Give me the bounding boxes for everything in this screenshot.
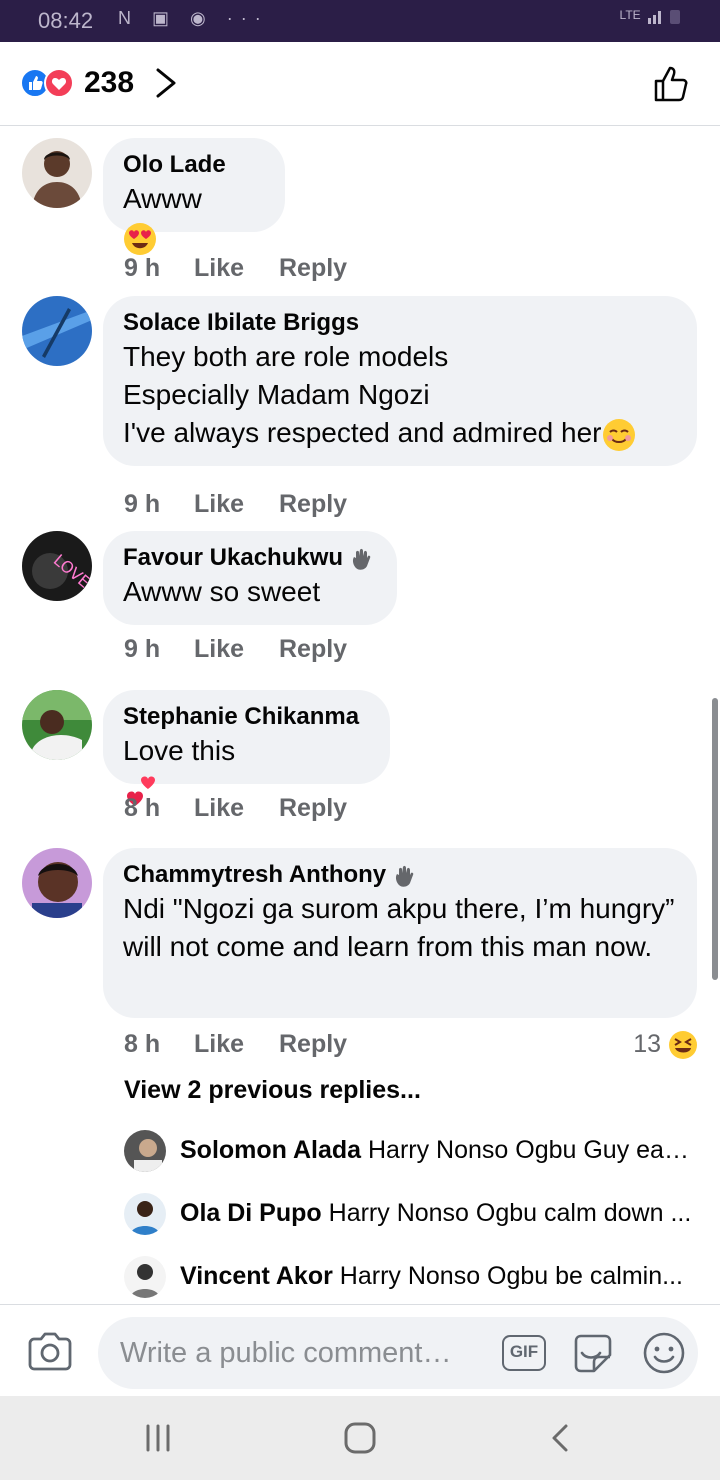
comment-bubble[interactable]: Stephanie Chikanma Love this — [103, 690, 390, 806]
reply-preview[interactable]: Ola Di Pupo Harry Nonso Ogbu calm down .… — [124, 1193, 694, 1237]
network-indicator: LTE — [620, 6, 686, 26]
comment-text: They both are role models Especially Mad… — [123, 341, 602, 448]
reply-preview[interactable]: Solomon Alada Harry Nonso Ogbu Guy eas..… — [124, 1130, 694, 1174]
network-type: LTE — [619, 8, 641, 23]
comment-reaction-number: 13 — [633, 1030, 662, 1058]
reply-preview-text: Ola Di Pupo Harry Nonso Ogbu calm down .… — [180, 1199, 692, 1228]
like-button[interactable]: Like — [194, 794, 244, 823]
view-previous-replies-link[interactable]: View 2 previous replies... — [124, 1076, 421, 1105]
comment-author-row: Favour Ukachukwu — [123, 543, 377, 573]
avatar[interactable] — [22, 690, 92, 760]
comment-author[interactable]: Solace Ibilate Briggs — [123, 308, 677, 338]
comment-time: 9 h — [124, 254, 161, 282]
reactions-header: 238 — [0, 42, 720, 126]
like-button[interactable]: Like — [194, 490, 244, 519]
home-icon[interactable] — [340, 1420, 380, 1456]
comment-time: 9 h — [124, 635, 161, 663]
thumbs-up-icon[interactable] — [652, 64, 692, 104]
comment-author[interactable]: Stephanie Chikanma — [123, 702, 370, 732]
back-icon[interactable] — [542, 1420, 582, 1456]
avatar[interactable] — [124, 1130, 166, 1172]
reply-button[interactable]: Reply — [279, 635, 347, 664]
reply-button[interactable]: Reply — [279, 1030, 347, 1059]
like-button[interactable]: Like — [194, 635, 244, 664]
comments-feed[interactable]: Olo Lade Awww 9 h Like Reply Solace Ibil… — [0, 126, 720, 1304]
reply-button[interactable]: Reply — [279, 794, 347, 823]
gif-icon[interactable]: GIF — [502, 1335, 546, 1371]
comment-bubble[interactable]: Chammytresh Anthony Ndi "Ngozi ga surom … — [103, 848, 697, 1018]
signal-icon — [648, 10, 680, 24]
camera-icon[interactable] — [26, 1329, 74, 1373]
reply-author[interactable]: Ola Di Pupo — [180, 1199, 322, 1227]
reply-preview-text: Solomon Alada Harry Nonso Ogbu Guy eas..… — [180, 1136, 692, 1165]
status-time: 08:42 — [38, 8, 94, 33]
comment-author[interactable]: Chammytresh Anthony — [123, 861, 386, 888]
waving-hand-icon — [352, 548, 371, 570]
reply-button[interactable]: Reply — [279, 490, 347, 519]
avatar[interactable] — [22, 138, 92, 208]
comment-text: Ndi "Ngozi ga surom akpu there, I’m hung… — [123, 893, 675, 962]
comment-text: Awww — [123, 183, 202, 214]
like-button[interactable]: Like — [194, 1030, 244, 1059]
comment-time: 9 h — [124, 490, 161, 518]
avatar[interactable] — [22, 848, 92, 918]
comment-bubble[interactable]: Olo Lade Awww — [103, 138, 285, 255]
avatar[interactable] — [22, 296, 92, 366]
reaction-summary[interactable] — [20, 68, 78, 100]
notification-icons: N ▣ ◉ ··· — [118, 8, 269, 28]
avatar[interactable]: LOVE — [22, 531, 92, 601]
reply-snippet: Harry Nonso Ogbu be calmin... — [339, 1262, 683, 1290]
comment-time: 8 h — [124, 1030, 161, 1058]
comment-author[interactable]: Favour Ukachukwu — [123, 544, 343, 571]
comment-author-row: Chammytresh Anthony — [123, 860, 677, 890]
comment-time: 8 h — [124, 794, 161, 822]
reply-snippet: Harry Nonso Ogbu calm down ... — [328, 1199, 692, 1227]
comment-text: Love this — [123, 735, 236, 766]
laughing-emoji-icon — [669, 1031, 697, 1060]
like-button[interactable]: Like — [194, 254, 244, 283]
system-navigation-bar — [0, 1396, 720, 1480]
avatar[interactable] — [124, 1193, 166, 1235]
comment-bubble[interactable]: Solace Ibilate Briggs They both are role… — [103, 296, 697, 466]
reaction-count[interactable]: 238 — [84, 66, 134, 100]
recents-icon[interactable] — [138, 1420, 178, 1456]
comment-input-wrapper: GIF — [98, 1317, 698, 1389]
smiling-emoji-icon — [602, 418, 635, 451]
comment-reaction-count[interactable]: 13 — [633, 1030, 698, 1060]
comment-author[interactable]: Olo Lade — [123, 150, 265, 180]
reply-snippet: Harry Nonso Ogbu Guy eas... — [367, 1136, 692, 1164]
avatar[interactable] — [124, 1256, 166, 1298]
sticker-icon[interactable] — [570, 1331, 616, 1377]
comment-input[interactable] — [120, 1331, 490, 1375]
comment-bubble[interactable]: Favour Ukachukwu Awww so sweet — [103, 531, 397, 625]
heart-eyes-emoji-icon — [124, 222, 156, 255]
reply-preview[interactable]: Vincent Akor Harry Nonso Ogbu be calmin.… — [124, 1256, 694, 1300]
emoji-icon[interactable] — [642, 1331, 686, 1375]
reply-author[interactable]: Solomon Alada — [180, 1136, 361, 1164]
comment-text: Awww so sweet — [123, 576, 321, 607]
love-reaction-icon — [44, 68, 74, 98]
status-bar: 08:42 N ▣ ◉ ··· LTE — [0, 0, 720, 42]
chevron-right-icon[interactable] — [152, 66, 182, 100]
waving-hand-icon — [395, 865, 414, 887]
comment-composer: GIF — [0, 1304, 720, 1396]
reply-preview-text: Vincent Akor Harry Nonso Ogbu be calmin.… — [180, 1262, 692, 1291]
reply-button[interactable]: Reply — [279, 254, 347, 283]
scrollbar[interactable] — [712, 698, 718, 980]
reply-author[interactable]: Vincent Akor — [180, 1262, 333, 1290]
